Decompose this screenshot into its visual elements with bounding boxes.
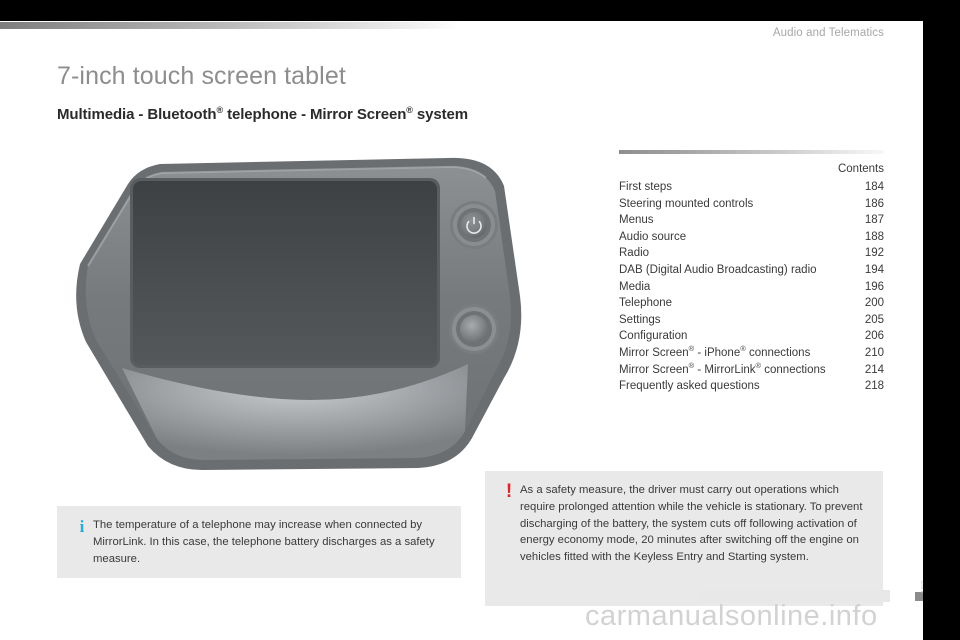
rotary-knob bbox=[460, 315, 488, 343]
contents-row-label: Frequently asked questions bbox=[619, 380, 760, 393]
touch-screen-tablet-illustration bbox=[52, 146, 552, 476]
contents-row[interactable]: Steering mounted controls 186 bbox=[619, 196, 884, 213]
section-header-label: Audio and Telematics bbox=[772, 27, 884, 39]
contents-row-label: Radio bbox=[619, 247, 650, 260]
contents-row[interactable]: Mirror Screen® - iPhone® connections 210 bbox=[619, 345, 884, 362]
watermark-text: carmanualsonline.info bbox=[585, 600, 878, 632]
contents-row-page: 205 bbox=[864, 313, 884, 326]
contents-row-label: Settings bbox=[619, 313, 661, 326]
contents-row-page: 196 bbox=[864, 280, 884, 293]
warning-note-text: As a safety measure, the driver must car… bbox=[520, 484, 863, 564]
contents-row-label: First steps bbox=[619, 181, 673, 193]
contents-row-label: Media bbox=[619, 280, 651, 293]
contents-row[interactable]: Frequently asked questions 218 bbox=[619, 378, 884, 395]
contents-heading: Contents bbox=[837, 163, 884, 175]
contents-row[interactable]: Mirror Screen® - MirrorLink® connections… bbox=[619, 360, 884, 379]
subtitle-part-3: system bbox=[412, 106, 468, 123]
power-button bbox=[461, 212, 487, 238]
contents-row[interactable]: Audio source 188 bbox=[619, 229, 884, 246]
contents-row[interactable]: Telephone 200 bbox=[619, 295, 884, 312]
contents-block: Contents First steps 184 Steering mounted … bbox=[619, 150, 884, 395]
contents-row-page: 210 bbox=[864, 346, 884, 359]
contents-row-page: 194 bbox=[864, 263, 884, 276]
contents-row-label: Steering mounted controls bbox=[619, 197, 754, 210]
warning-icon: ! bbox=[505, 481, 513, 502]
contents-row-page: 218 bbox=[864, 380, 884, 393]
info-note-text: The temperature of a telephone may incre… bbox=[93, 519, 435, 565]
contents-row-page: 214 bbox=[864, 363, 884, 376]
document-page: Audio and Telematics 7-inch touch screen… bbox=[0, 0, 960, 640]
subtitle-part-1: Multimedia - Bluetooth bbox=[57, 106, 217, 123]
contents-row[interactable]: Menus 187 bbox=[619, 212, 884, 229]
contents-row[interactable]: DAB (Digital Audio Broadcasting) radio 19… bbox=[619, 262, 884, 279]
contents-row-label: Menus bbox=[619, 214, 654, 227]
page-subtitle: Multimedia - Bluetooth® telephone - Mirr… bbox=[57, 106, 468, 124]
subtitle-part-2: telephone - Mirror Screen bbox=[223, 106, 407, 123]
info-icon: i bbox=[79, 517, 85, 536]
contents-row[interactable]: Media 196 bbox=[619, 279, 884, 296]
contents-row-page: 184 bbox=[864, 181, 884, 193]
contents-row-page: 188 bbox=[864, 230, 884, 243]
page-title: 7-inch touch screen tablet bbox=[57, 62, 346, 90]
contents-row[interactable]: Radio 192 bbox=[619, 245, 884, 262]
contents-row-page: 186 bbox=[864, 197, 884, 210]
header-gradient-rule bbox=[0, 22, 460, 29]
contents-row-label: Configuration bbox=[619, 330, 688, 343]
warning-note-box: ! As a safety measure, the driver must c… bbox=[485, 471, 883, 606]
display-screen bbox=[133, 181, 437, 365]
contents-row[interactable]: Configuration 206 bbox=[619, 328, 884, 345]
info-note-box: i The temperature of a telephone may inc… bbox=[57, 506, 461, 578]
contents-gradient-rule bbox=[619, 150, 884, 154]
contents-row-label: Audio source bbox=[619, 230, 687, 243]
contents-row-label: DAB (Digital Audio Broadcasting) radio bbox=[619, 263, 817, 276]
contents-row-label: Mirror Screen® - iPhone® connections bbox=[619, 344, 811, 359]
contents-row-page: 206 bbox=[864, 330, 884, 343]
contents-row-label: Telephone bbox=[619, 297, 673, 310]
contents-row[interactable]: Settings 205 bbox=[619, 312, 884, 329]
top-black-bar bbox=[0, 0, 960, 21]
right-black-bar bbox=[923, 0, 960, 640]
contents-row-page: 187 bbox=[864, 214, 884, 227]
contents-list: First steps 184 Steering mounted controls 1… bbox=[619, 179, 884, 395]
contents-row-page: 200 bbox=[864, 297, 884, 310]
contents-row-label: Mirror Screen® - MirrorLink® connections bbox=[619, 360, 826, 376]
contents-row[interactable]: First steps 184 bbox=[619, 179, 884, 196]
contents-row-page: 192 bbox=[864, 247, 884, 260]
